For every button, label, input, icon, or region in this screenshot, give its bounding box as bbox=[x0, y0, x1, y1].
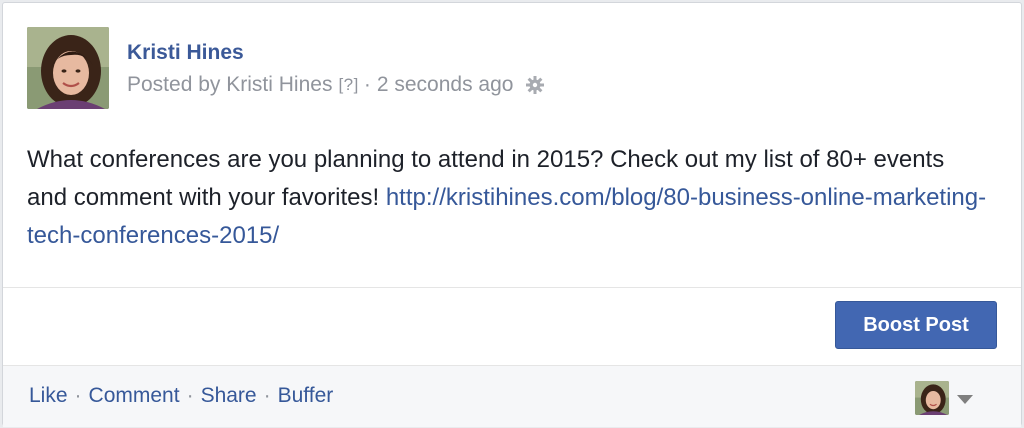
author-name[interactable]: Kristi Hines bbox=[127, 41, 244, 65]
post-timestamp[interactable]: 2 seconds ago bbox=[377, 73, 514, 97]
profile-avatar[interactable] bbox=[27, 27, 109, 109]
meta-separator: · bbox=[363, 73, 371, 96]
buffer-link[interactable]: Buffer bbox=[278, 384, 334, 408]
page-avatar-selector[interactable] bbox=[915, 381, 949, 415]
divider bbox=[3, 287, 1021, 288]
post-meta: Posted by Kristi Hines [?] · 2 seconds a… bbox=[127, 73, 545, 97]
action-separator: · bbox=[186, 384, 194, 407]
gear-icon[interactable] bbox=[525, 75, 545, 95]
help-link[interactable]: [?] bbox=[338, 75, 358, 95]
post-body: What conferences are you planning to att… bbox=[27, 141, 987, 255]
share-link[interactable]: Share bbox=[201, 384, 257, 408]
action-links: Like · Comment · Share · Buffer bbox=[29, 384, 333, 408]
post-card: Kristi Hines Posted by Kristi Hines [?] … bbox=[2, 2, 1022, 427]
meta-prefix: Posted by bbox=[127, 73, 221, 96]
meta-poster-link[interactable]: Kristi Hines bbox=[226, 73, 332, 97]
caret-down-icon[interactable] bbox=[957, 395, 973, 404]
boost-post-button[interactable]: Boost Post bbox=[835, 301, 997, 349]
action-separator: · bbox=[263, 384, 271, 407]
like-link[interactable]: Like bbox=[29, 384, 68, 408]
action-separator: · bbox=[74, 384, 82, 407]
post-footer: Like · Comment · Share · Buffer bbox=[3, 365, 1021, 427]
comment-link[interactable]: Comment bbox=[89, 384, 180, 408]
